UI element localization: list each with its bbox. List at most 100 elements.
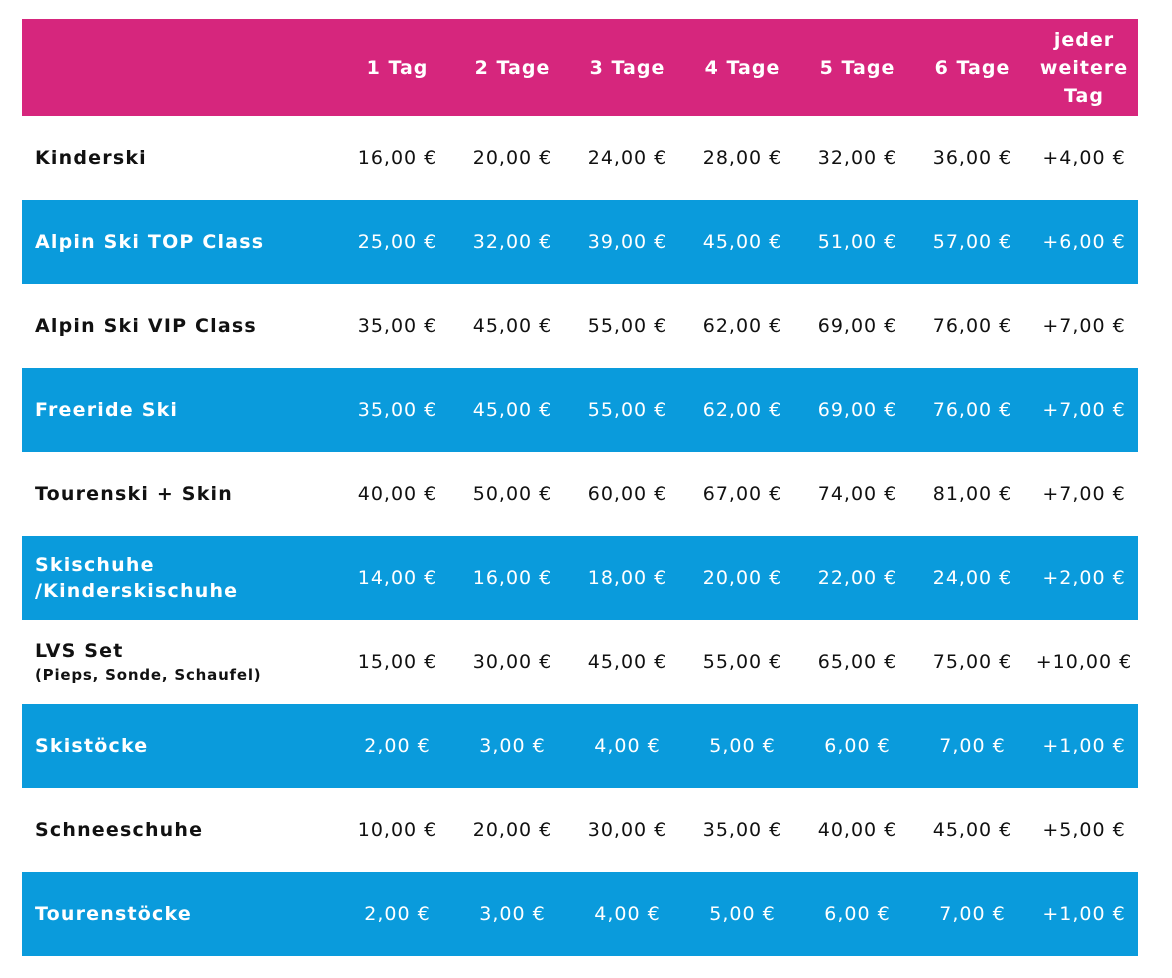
- price-day-2: 32,00 €: [472, 231, 553, 253]
- price-day-6: 7,00 €: [939, 903, 1006, 925]
- price-day-6: 24,00 €: [932, 567, 1013, 589]
- item-name-cell: Alpin Ski VIP Class: [22, 284, 340, 368]
- table-row: Alpin Ski TOP Class 25,00 € 32,00 € 39,00 €…: [22, 200, 1138, 284]
- price-day-1: 14,00 €: [357, 567, 438, 589]
- item-name-cell: Skischuhe /Kinderskischuhe: [22, 536, 340, 620]
- item-name-cell: Tourenstöcke: [22, 872, 340, 956]
- price-day-1: 40,00 €: [357, 483, 438, 505]
- price-day-2: 16,00 €: [472, 567, 553, 589]
- price-day-3: 55,00 €: [587, 315, 668, 337]
- price-day-4: 62,00 €: [702, 399, 783, 421]
- item-name: Kinderski: [35, 147, 147, 169]
- header-extra-line-2: weitere: [1039, 56, 1129, 79]
- price-day-2: 20,00 €: [472, 147, 553, 169]
- price-day-5: 6,00 €: [824, 735, 891, 757]
- price-day-3: 18,00 €: [587, 567, 668, 589]
- price-extra-day: +7,00 €: [1042, 315, 1126, 337]
- price-extra-day: +7,00 €: [1042, 483, 1126, 505]
- price-day-1: 2,00 €: [364, 735, 431, 757]
- item-name-cell: Kinderski: [22, 116, 340, 200]
- header-day-2: 2 Tage: [474, 56, 551, 79]
- price-day-5: 51,00 €: [817, 231, 898, 253]
- header-day-1: 1 Tag: [366, 56, 429, 79]
- price-day-4: 62,00 €: [702, 315, 783, 337]
- price-extra-day: +6,00 €: [1042, 231, 1126, 253]
- item-name-cell: LVS Set (Pieps, Sonde, Schaufel): [22, 620, 340, 704]
- item-name: Schneeschuhe: [35, 819, 204, 841]
- table-row: Skistöcke 2,00 € 3,00 € 4,00 € 5,00 € 6,00 € 7…: [22, 704, 1138, 788]
- price-extra-day: +1,00 €: [1042, 735, 1126, 757]
- price-day-6: 75,00 €: [932, 651, 1013, 673]
- item-name-cell: Tourenski + Skin: [22, 452, 340, 536]
- price-day-2: 30,00 €: [472, 651, 553, 673]
- price-day-6: 45,00 €: [932, 819, 1013, 841]
- price-day-3: 55,00 €: [587, 399, 668, 421]
- item-name: Alpin Ski TOP Class: [35, 231, 265, 253]
- price-day-6: 7,00 €: [939, 735, 1006, 757]
- price-day-5: 69,00 €: [817, 315, 898, 337]
- header-day-3: 3 Tage: [589, 56, 666, 79]
- price-day-3: 24,00 €: [587, 147, 668, 169]
- price-day-3: 4,00 €: [594, 903, 661, 925]
- price-day-3: 30,00 €: [587, 819, 668, 841]
- table-row: LVS Set (Pieps, Sonde, Schaufel) 15,00 € 30…: [22, 620, 1138, 704]
- price-extra-day: +10,00 €: [1035, 651, 1133, 673]
- header-extra-day: jeder weitere Tag: [1030, 19, 1138, 116]
- header-row: 1 Tag 2 Tage 3 Tage 4 Tage 5 Tage 6 Tage…: [22, 19, 1138, 116]
- price-extra-day: +7,00 €: [1042, 399, 1126, 421]
- price-day-4: 20,00 €: [702, 567, 783, 589]
- price-day-2: 50,00 €: [472, 483, 553, 505]
- price-day-4: 5,00 €: [709, 903, 776, 925]
- table-row: Skischuhe /Kinderskischuhe 14,00 € 16,00 €…: [22, 536, 1138, 620]
- price-day-3: 39,00 €: [587, 231, 668, 253]
- price-day-6: 76,00 €: [932, 399, 1013, 421]
- price-extra-day: +5,00 €: [1042, 819, 1126, 841]
- price-day-3: 4,00 €: [594, 735, 661, 757]
- price-extra-day: +4,00 €: [1042, 147, 1126, 169]
- price-day-2: 3,00 €: [479, 735, 546, 757]
- table-row: Schneeschuhe 10,00 € 20,00 € 30,00 € 35,00 €…: [22, 788, 1138, 872]
- price-day-4: 45,00 €: [702, 231, 783, 253]
- table-header: 1 Tag 2 Tage 3 Tage 4 Tage 5 Tage 6 Tage…: [22, 19, 1138, 116]
- price-day-6: 36,00 €: [932, 147, 1013, 169]
- price-day-2: 3,00 €: [479, 903, 546, 925]
- price-day-2: 45,00 €: [472, 399, 553, 421]
- price-day-5: 65,00 €: [817, 651, 898, 673]
- table-row: Tourenski + Skin 40,00 € 50,00 € 60,00 € 67,…: [22, 452, 1138, 536]
- header-day-5: 5 Tage: [819, 56, 896, 79]
- price-day-4: 35,00 €: [702, 819, 783, 841]
- item-name: Tourenstöcke: [35, 903, 192, 925]
- item-name: Tourenski + Skin: [35, 483, 233, 505]
- rental-price-table: 1 Tag 2 Tage 3 Tage 4 Tage 5 Tage 6 Tage…: [22, 19, 1138, 956]
- item-name: LVS Set: [35, 640, 124, 662]
- header-day-6: 6 Tage: [934, 56, 1011, 79]
- price-day-2: 45,00 €: [472, 315, 553, 337]
- price-day-6: 81,00 €: [932, 483, 1013, 505]
- price-day-2: 20,00 €: [472, 819, 553, 841]
- item-name-cell: Alpin Ski TOP Class: [22, 200, 340, 284]
- price-day-4: 5,00 €: [709, 735, 776, 757]
- item-name: Alpin Ski VIP Class: [35, 315, 257, 337]
- item-name-cell: Freeride Ski: [22, 368, 340, 452]
- price-day-4: 67,00 €: [702, 483, 783, 505]
- price-day-1: 35,00 €: [357, 399, 438, 421]
- price-day-5: 6,00 €: [824, 903, 891, 925]
- item-name: Skistöcke: [35, 735, 149, 757]
- item-name: Skischuhe /Kinderskischuhe: [35, 554, 239, 602]
- table-row: Kinderski 16,00 € 20,00 € 24,00 € 28,00 € 32,…: [22, 116, 1138, 200]
- item-name-cell: Skistöcke: [22, 704, 340, 788]
- price-day-1: 10,00 €: [357, 819, 438, 841]
- price-extra-day: +2,00 €: [1042, 567, 1126, 589]
- price-day-1: 35,00 €: [357, 315, 438, 337]
- table-row: Freeride Ski 35,00 € 45,00 € 55,00 € 62,00 €…: [22, 368, 1138, 452]
- header-item-label: [22, 19, 340, 116]
- table-body: Kinderski 16,00 € 20,00 € 24,00 € 28,00 € 32,…: [22, 116, 1138, 956]
- price-day-5: 69,00 €: [817, 399, 898, 421]
- price-day-6: 57,00 €: [932, 231, 1013, 253]
- price-day-1: 2,00 €: [364, 903, 431, 925]
- item-subtitle: (Pieps, Sonde, Schaufel): [35, 666, 262, 684]
- price-day-1: 16,00 €: [357, 147, 438, 169]
- price-extra-day: +1,00 €: [1042, 903, 1126, 925]
- header-day-4: 4 Tage: [704, 56, 781, 79]
- item-name: Freeride Ski: [35, 399, 179, 421]
